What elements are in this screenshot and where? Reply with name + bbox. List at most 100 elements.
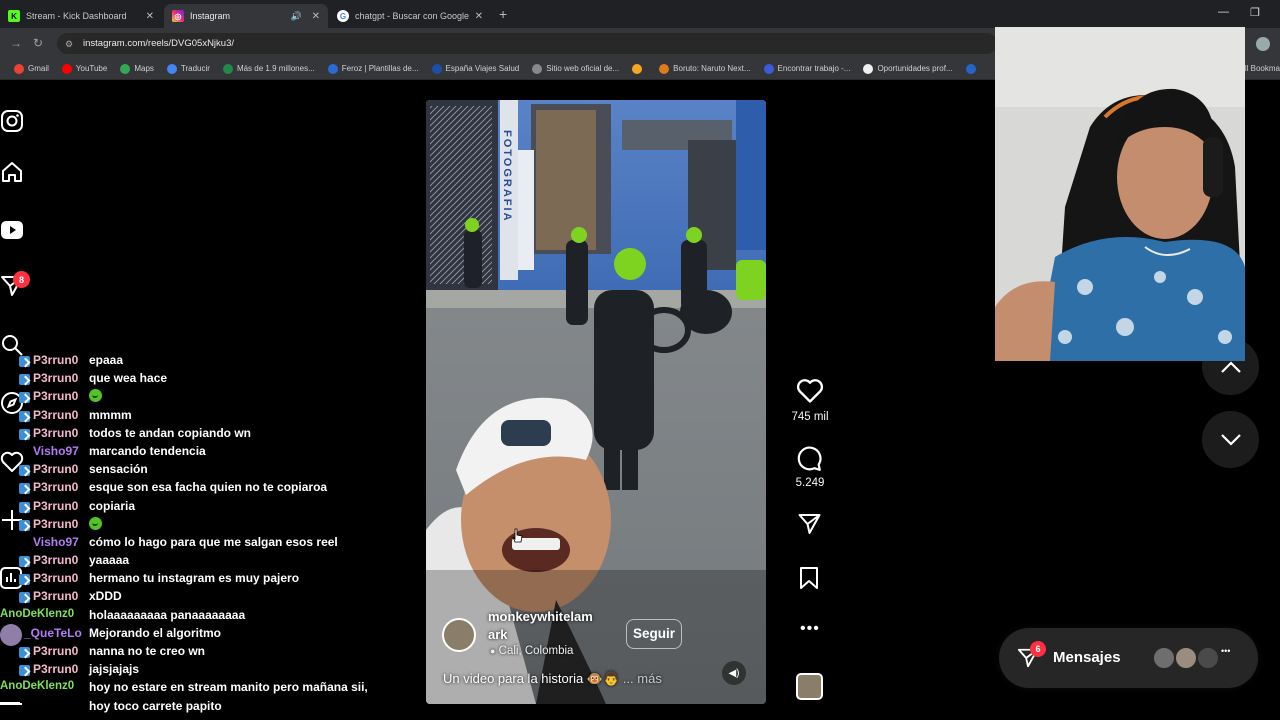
chat-text: jajsjajajs bbox=[89, 662, 140, 677]
chat-text: todos te andan copiando wn bbox=[89, 425, 251, 440]
tab-instagram[interactable]: ◎ Instagram 🔊 ✕ bbox=[164, 4, 328, 28]
webcam-frame bbox=[995, 27, 1245, 361]
chat-message: P3rrun0 nanna no te creo wn bbox=[0, 644, 420, 662]
stream-chat-overlay: P3rrun0 epaaa P3rrun0 que wea hace P3rrun0 P3… bbox=[0, 353, 420, 717]
profile-avatar[interactable] bbox=[1256, 37, 1270, 51]
bookmark-item[interactable]: Feroz | Plantillas de... bbox=[327, 63, 419, 74]
bookmark-item[interactable] bbox=[965, 63, 980, 74]
chat-username[interactable]: P3rrun0 bbox=[33, 353, 78, 367]
tab-google-search[interactable]: G chatgpt - Buscar con Google ✕ bbox=[329, 4, 491, 28]
next-reel-button[interactable] bbox=[1202, 411, 1259, 468]
bookmark-item[interactable]: Gmail bbox=[14, 63, 49, 74]
chat-username[interactable]: P3rrun0 bbox=[33, 462, 78, 476]
chat-text bbox=[89, 516, 102, 531]
tab-title: Stream - Kick Dashboard bbox=[26, 11, 127, 21]
address-bar[interactable]: ⚙ instagram.com/reels/DVG05xNjku3/ bbox=[57, 33, 997, 54]
volume-icon[interactable]: ◀) bbox=[722, 661, 746, 685]
bookmark-favicon-icon bbox=[532, 63, 543, 74]
reel-video[interactable]: FOTOGRAFIA monkeywhitelam ark Seguir ● C… bbox=[426, 100, 766, 704]
bookmark-favicon-icon bbox=[14, 63, 24, 74]
like-heart-icon[interactable] bbox=[796, 378, 824, 404]
save-bookmark-icon[interactable] bbox=[799, 566, 819, 590]
location-label[interactable]: ● Cali, Colombia bbox=[490, 645, 573, 657]
caption-more-link[interactable]: ... más bbox=[623, 671, 662, 686]
more-avatars-icon: ••• bbox=[1221, 646, 1231, 656]
bookmark-favicon-icon bbox=[965, 63, 976, 74]
messages-widget[interactable]: 6 Mensajes ••• bbox=[999, 628, 1258, 688]
bookmark-item[interactable]: Más de 1.9 millones... bbox=[222, 63, 315, 74]
instagram-logo-icon[interactable] bbox=[0, 109, 24, 133]
bookmark-item[interactable]: Maps bbox=[120, 63, 154, 74]
chat-username[interactable]: P3rrun0 bbox=[33, 571, 78, 585]
chat-message: P3rrun0 sensación bbox=[0, 462, 420, 480]
bookmark-label: Más de 1.9 millones... bbox=[236, 64, 315, 73]
chat-username[interactable]: P3rrun0 bbox=[33, 371, 78, 385]
chat-text: sensación bbox=[89, 462, 148, 477]
bookmark-item[interactable]: España Viajes Salud bbox=[431, 63, 519, 74]
close-tab-icon[interactable]: ✕ bbox=[146, 11, 154, 22]
subscriber-badge-icon bbox=[19, 428, 30, 440]
tab-kick-dashboard[interactable]: K Stream - Kick Dashboard ✕ bbox=[0, 4, 162, 28]
bookmark-item[interactable]: Oportunidades prof... bbox=[863, 63, 953, 74]
chat-username[interactable]: P3rrun0 bbox=[33, 589, 78, 603]
chat-username[interactable]: P3rrun0 bbox=[33, 480, 78, 494]
reels-icon[interactable] bbox=[0, 218, 24, 242]
chat-message: P3rrun0 xDDD bbox=[0, 589, 420, 607]
chat-username[interactable]: P3rrun0 bbox=[33, 408, 78, 422]
bookmark-favicon-icon bbox=[632, 63, 643, 74]
subscriber-badge-icon bbox=[19, 374, 30, 386]
chat-message: P3rrun0 mmmm bbox=[0, 408, 420, 426]
monkey-emoji-icon: 🐵 bbox=[586, 671, 604, 686]
close-tab-icon[interactable]: ✕ bbox=[475, 11, 483, 22]
chat-username[interactable]: P3rrun0 bbox=[33, 662, 78, 676]
storefront-sign: FOTOGRAFIA bbox=[501, 130, 513, 223]
smile-emote-icon bbox=[89, 516, 102, 530]
chat-username[interactable]: Visho97 bbox=[33, 444, 79, 458]
chat-username[interactable]: AnoDeKlenz0 bbox=[0, 608, 74, 620]
bookmark-item[interactable]: YouTube bbox=[61, 63, 107, 74]
audio-thumbnail[interactable] bbox=[796, 673, 823, 700]
chat-username[interactable]: _QueTeLo bbox=[24, 626, 82, 640]
reel-caption[interactable]: Un video para la historia 🐵👨 ... más bbox=[443, 671, 662, 687]
chat-message: P3rrun0 bbox=[0, 389, 420, 407]
maximize-icon[interactable]: ❐ bbox=[1250, 6, 1260, 19]
subscriber-badge-icon bbox=[19, 501, 30, 513]
new-tab-icon[interactable]: + bbox=[499, 6, 507, 22]
comment-icon[interactable] bbox=[796, 446, 824, 472]
bookmark-item[interactable] bbox=[632, 63, 646, 74]
like-action[interactable]: 745 mil bbox=[786, 378, 834, 423]
chat-username[interactable]: AnoDeKlenz0 bbox=[0, 680, 74, 692]
bookmark-item[interactable]: Sitio web oficial de... bbox=[532, 63, 619, 74]
chat-text: marcando tendencia bbox=[89, 443, 206, 458]
close-tab-icon[interactable]: ✕ bbox=[312, 11, 320, 22]
reload-icon[interactable]: ↻ bbox=[33, 36, 43, 50]
minimize-icon[interactable]: — bbox=[1218, 6, 1229, 18]
chat-username[interactable]: P3rrun0 bbox=[33, 389, 78, 403]
author-username[interactable]: monkeywhitelam ark bbox=[488, 608, 593, 644]
home-icon[interactable] bbox=[0, 160, 24, 184]
chat-username[interactable]: P3rrun0 bbox=[33, 517, 78, 531]
bookmark-item[interactable]: Traducir bbox=[166, 63, 210, 74]
all-bookmarks-button[interactable]: All Bookma bbox=[1240, 64, 1280, 73]
subscriber-badge-icon bbox=[19, 574, 30, 586]
bookmark-item[interactable]: Boruto: Naruto Next... bbox=[659, 63, 751, 74]
comment-action[interactable]: 5.249 bbox=[786, 446, 834, 489]
url-text: instagram.com/reels/DVG05xNjku3/ bbox=[83, 38, 234, 49]
follow-button[interactable]: Seguir bbox=[626, 619, 683, 649]
bookmark-item[interactable]: Encontrar trabajo -... bbox=[763, 63, 850, 74]
chat-message: P3rrun0 hermano tu instagram es muy pajer… bbox=[0, 571, 420, 589]
forward-icon[interactable]: → bbox=[10, 36, 22, 50]
chat-username[interactable]: P3rrun0 bbox=[33, 426, 78, 440]
speaker-icon[interactable]: 🔊 bbox=[291, 11, 302, 22]
chat-username[interactable]: Visho97 bbox=[33, 535, 79, 549]
chat-username[interactable]: P3rrun0 bbox=[33, 553, 78, 567]
chat-message: Visho97 cómo lo hago para que me salgan e… bbox=[0, 535, 420, 553]
site-info-icon[interactable]: ⚙ bbox=[65, 39, 75, 49]
author-avatar[interactable] bbox=[442, 618, 476, 652]
bookmark-favicon-icon bbox=[120, 63, 131, 74]
more-options-icon[interactable]: ••• bbox=[800, 620, 820, 638]
share-icon[interactable] bbox=[797, 512, 822, 536]
video-frame bbox=[426, 100, 766, 704]
chat-username[interactable]: P3rrun0 bbox=[33, 499, 78, 513]
chat-username[interactable]: P3rrun0 bbox=[33, 644, 78, 658]
